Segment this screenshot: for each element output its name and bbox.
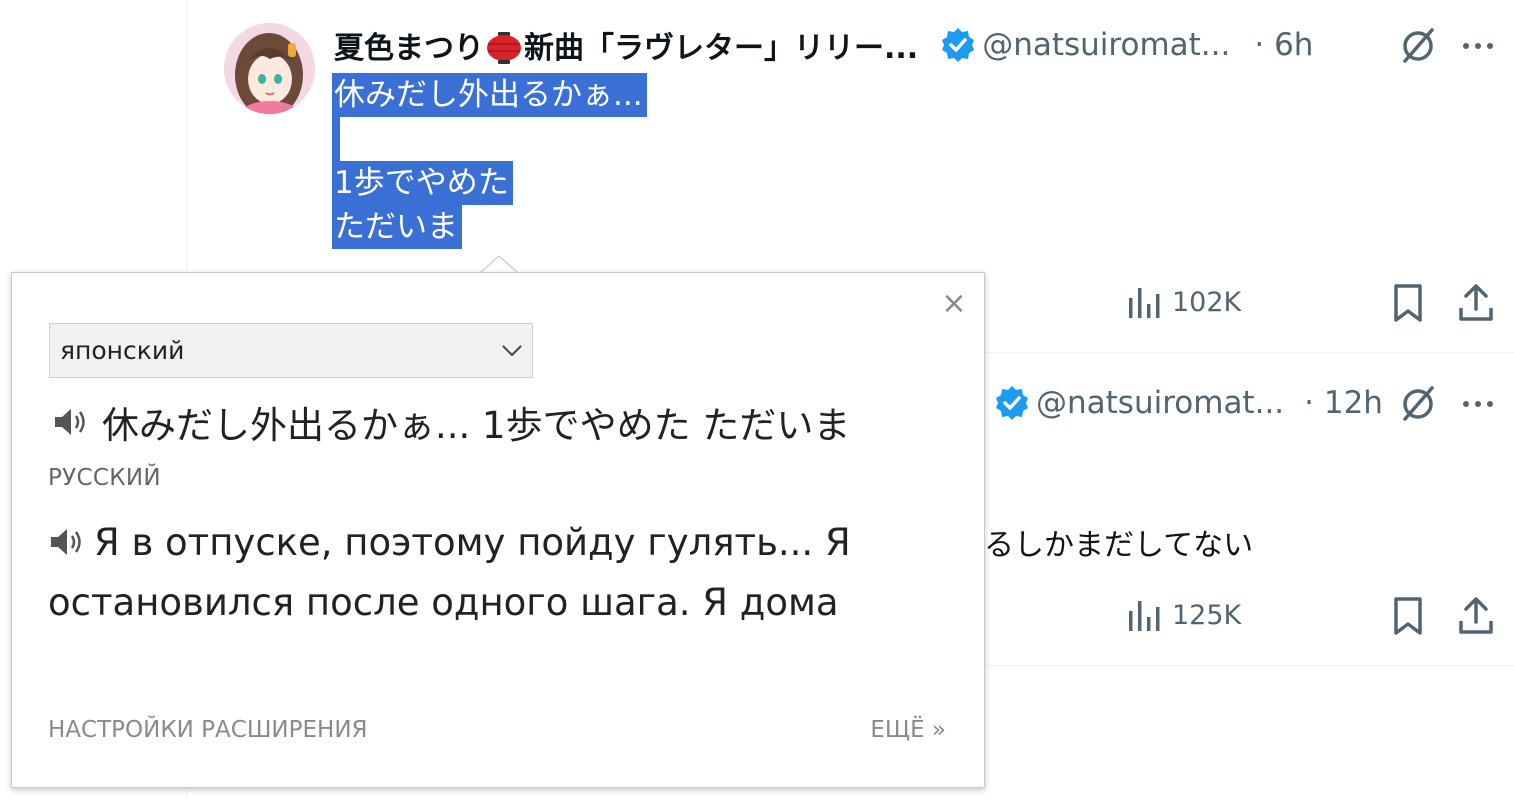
bookmark-icon[interactable] — [1390, 283, 1426, 323]
views-action[interactable]: 102K — [1126, 284, 1241, 320]
tweet-text: るしかまだしてない — [984, 528, 1254, 563]
target-language-label: РУССКИЙ — [48, 465, 161, 491]
analytics-icon — [1129, 288, 1160, 318]
views-action[interactable]: 125K — [1126, 597, 1241, 633]
tweet-text: 休みだし外出るかぁ... 1歩でやめた ただいま — [332, 73, 647, 249]
verified-badge-icon[interactable] — [994, 385, 1030, 421]
tweet-line: ただいま — [332, 205, 462, 249]
analytics-icon — [1129, 601, 1160, 631]
views-count: 125K — [1172, 599, 1242, 631]
tweet-line-blank — [332, 117, 340, 161]
extension-settings-link[interactable]: НАСТРОЙКИ РАСШИРЕНИЯ — [48, 717, 368, 743]
translation-popup: × японский 休みだし外出るかぁ... 1歩でやめた ただいま РУСС… — [11, 272, 985, 788]
tweet-header: @natsuiromat... · 12h — [994, 383, 1383, 423]
user-handle[interactable]: @natsuiromat... — [982, 27, 1230, 63]
speaker-icon[interactable] — [52, 405, 90, 439]
avatar-image — [224, 23, 315, 114]
views-count: 102K — [1172, 286, 1242, 318]
close-button[interactable]: × — [940, 287, 968, 321]
chevron-down-icon — [502, 345, 522, 357]
tweet-line: 休みだし外出るかぁ... — [332, 73, 647, 117]
tweet-timestamp[interactable]: · 6h — [1254, 27, 1313, 63]
grok-icon[interactable] — [1398, 384, 1438, 424]
translation-text: Я в отпуске, поэтому пойду гулять... Я о… — [48, 513, 908, 633]
display-name-suffix[interactable]: 新曲「ラヴレター」リリー... — [524, 23, 918, 67]
source-language-select[interactable]: японский — [49, 323, 533, 378]
speaker-icon[interactable] — [48, 525, 86, 559]
bookmark-icon[interactable] — [1390, 596, 1426, 636]
source-text-row: 休みだし外出るかぁ... 1歩でやめた ただいま — [52, 395, 850, 449]
tweet-line: 1歩でやめた — [332, 161, 513, 205]
grok-icon[interactable] — [1398, 26, 1438, 66]
more-icon[interactable] — [1460, 26, 1496, 66]
translated-text: Я в отпуске, поэтому пойду гулять... Я о… — [48, 521, 851, 624]
share-icon[interactable] — [1458, 596, 1494, 636]
red-lantern-emoji-icon — [486, 31, 522, 65]
user-handle[interactable]: @natsuiromat... — [1036, 385, 1284, 421]
tweet-header: 夏色まつり 新曲「ラヴレター」リリー... @natsuiromat... · … — [334, 23, 1313, 67]
more-link[interactable]: ЕЩЁ » — [870, 717, 946, 743]
avatar[interactable] — [224, 23, 315, 114]
more-icon[interactable] — [1460, 384, 1496, 424]
tweet-timestamp[interactable]: · 12h — [1304, 385, 1383, 421]
share-icon[interactable] — [1458, 283, 1494, 323]
source-text: 休みだし外出るかぁ... 1歩でやめた ただいま — [102, 404, 851, 447]
verified-badge-icon[interactable] — [940, 27, 976, 63]
source-language-value: японский — [60, 336, 185, 365]
display-name[interactable]: 夏色まつり — [334, 23, 484, 67]
